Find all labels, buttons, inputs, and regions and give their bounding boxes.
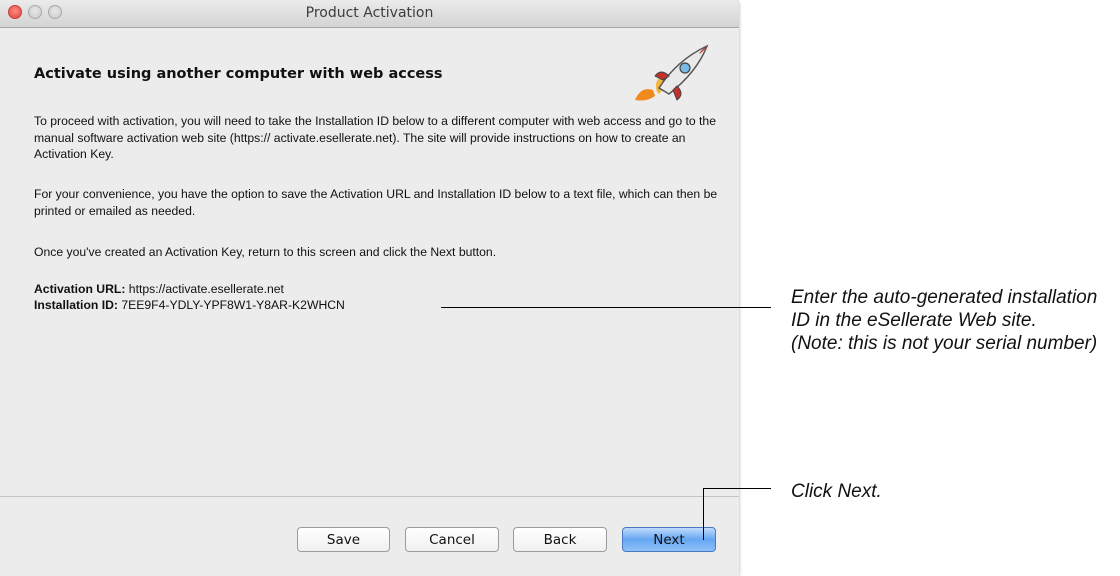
next-button[interactable]: Next — [622, 527, 716, 552]
installation-id-callout-line — [441, 307, 771, 308]
installation-id-value: 7EE9F4-YDLY-YPF8W1-Y8AR-K2WHCN — [121, 298, 345, 312]
next-step-paragraph: Once you've created an Activation Key, r… — [34, 245, 497, 259]
save-button[interactable]: Save — [297, 527, 390, 552]
next-callout-line-vertical — [703, 488, 704, 540]
cancel-button[interactable]: Cancel — [405, 527, 499, 552]
back-button[interactable]: Back — [513, 527, 607, 552]
next-annotation: Click Next. — [791, 481, 882, 502]
title-bar[interactable]: Product Activation — [0, 0, 739, 28]
product-activation-window: Product Activation Activate using anothe… — [0, 0, 739, 576]
installation-id-annotation-line-1: Enter the auto-generated installation ID… — [791, 287, 1098, 331]
instructions-paragraph: To proceed with activation, you will nee… — [34, 114, 716, 161]
activation-url-label: Activation URL: — [34, 282, 126, 296]
button-bar-divider — [0, 496, 739, 497]
activation-url-value: https://activate.esellerate.net — [128, 282, 284, 296]
page-heading: Activate using another computer with web… — [34, 66, 443, 82]
next-callout-line-horizontal — [703, 488, 771, 489]
installation-id-row: Installation ID: 7EE9F4-YDLY-YPF8W1-Y8AR… — [34, 298, 345, 312]
activation-url-row: Activation URL: https://activate.eseller… — [34, 282, 284, 296]
convenience-paragraph: For your convenience, you have the optio… — [34, 187, 718, 218]
window-title: Product Activation — [305, 5, 434, 21]
installation-id-annotation: Enter the auto-generated installation ID… — [791, 286, 1120, 355]
installation-id-label: Installation ID: — [34, 298, 118, 312]
rocket-icon — [635, 44, 709, 101]
installation-id-annotation-line-2: (Note: this is not your serial number) — [791, 333, 1098, 354]
